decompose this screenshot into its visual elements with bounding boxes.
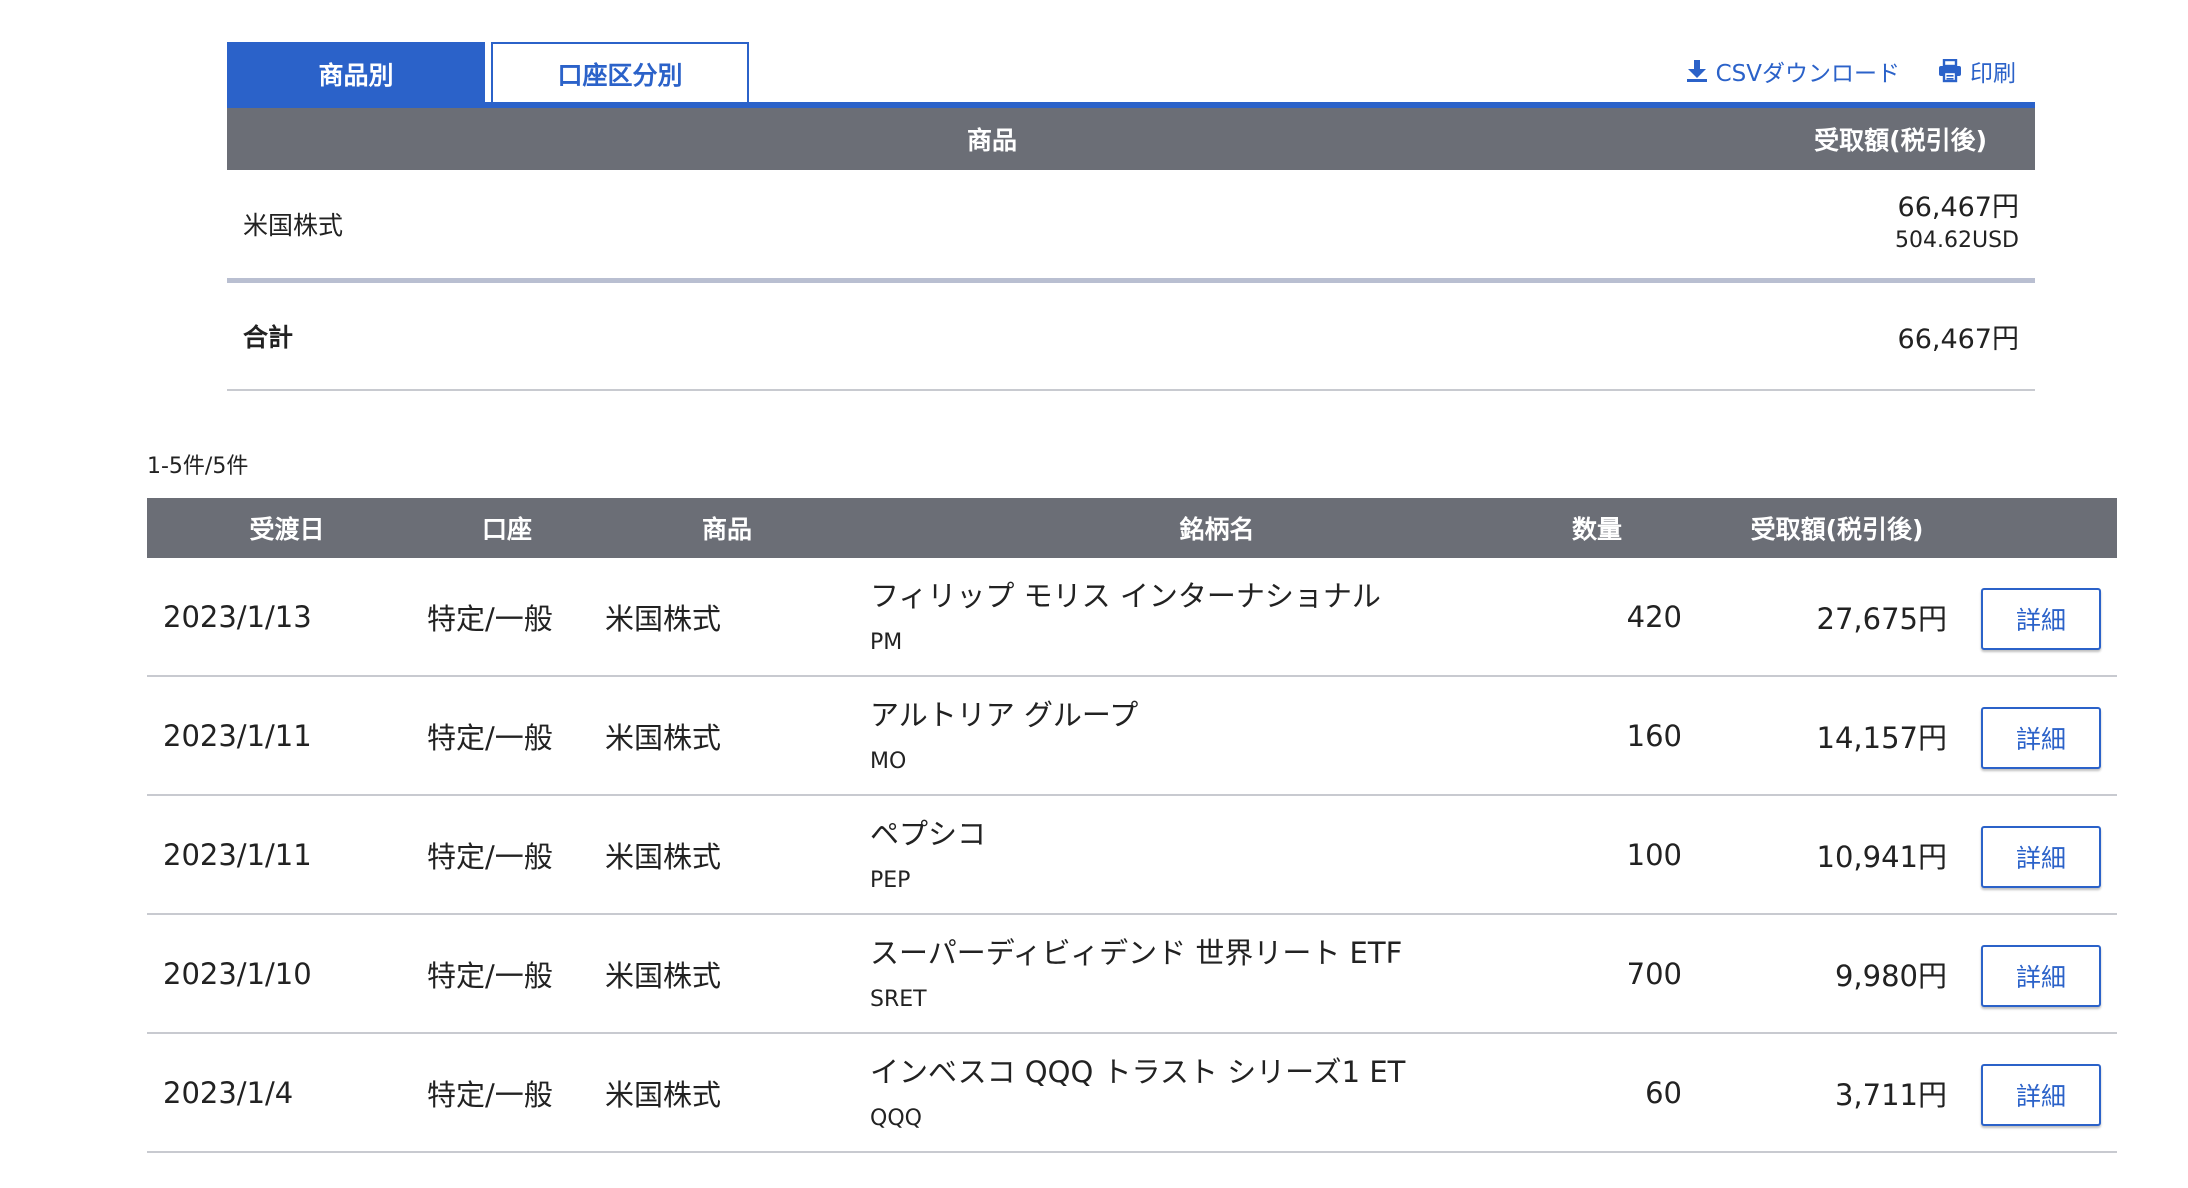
row-ticker: SRET [870, 987, 927, 1012]
page: 商品別 口座区分別 CSVダウンロード 印刷 商品 受取額(税引後) 米国株式 … [0, 0, 2188, 1188]
table-row: 2023/1/11 特定/一般 米国株式 アルトリア グループ MO 160 1… [147, 677, 2117, 796]
summary-total-amount: 66,467円 [1897, 323, 2019, 355]
table-row: 2023/1/13 特定/一般 米国株式 フィリップ モリス インターナショナル… [147, 558, 2117, 677]
row-amount: 10,941円 [1816, 839, 1947, 874]
table-row: 2023/1/11 特定/一般 米国株式 ペプシコ PEP 100 10,941… [147, 796, 2117, 915]
print-link[interactable]: 印刷 [1938, 54, 2016, 88]
detail-table: 受渡日 口座 商品 銘柄名 数量 受取額(税引後) 2023/1/13 特定/一… [147, 498, 2117, 1153]
csv-download-label: CSVダウンロード [1715, 61, 1900, 87]
row-account: 特定/一般 [427, 601, 553, 636]
row-ticker: MO [870, 749, 907, 774]
result-count: 1-5件/5件 [147, 454, 249, 479]
table-row: 2023/1/10 特定/一般 米国株式 スーパーディビィデンド 世界リート E… [147, 915, 2117, 1034]
tab-by-account[interactable]: 口座区分別 [491, 42, 749, 103]
summary-total-label: 合計 [243, 323, 294, 352]
row-quantity: 700 [1626, 956, 1682, 991]
row-product: 米国株式 [605, 601, 722, 636]
row-amount: 9,980円 [1834, 958, 1947, 993]
row-security: アルトリア グループ MO [870, 695, 1138, 777]
row-security-name: ペプシコ [870, 817, 987, 851]
header-name: 銘柄名 [1179, 515, 1255, 544]
row-quantity: 160 [1626, 718, 1682, 753]
row-security: スーパーディビィデンド 世界リート ETF SRET [870, 933, 1402, 1015]
summary-header-product: 商品 [966, 126, 1017, 155]
row-date: 2023/1/10 [163, 956, 312, 991]
row-security-name: インベスコ QQQ トラスト シリーズ1 ET [870, 1055, 1406, 1089]
header-amount: 受取額(税引後) [1750, 515, 1924, 544]
summary-row-amounts: 66,467円 504.62USD [1895, 190, 2019, 256]
row-ticker: QQQ [870, 1106, 922, 1131]
header-account: 口座 [481, 515, 532, 544]
summary-header-amount: 受取額(税引後) [1814, 126, 1987, 155]
detail-button[interactable]: 詳細 [1981, 826, 2101, 888]
summary-header: 商品 受取額(税引後) [227, 108, 2035, 170]
row-account: 特定/一般 [427, 1077, 553, 1112]
row-ticker: PEP [870, 868, 911, 893]
tab-by-product[interactable]: 商品別 [227, 42, 485, 103]
view-tabs: 商品別 口座区分別 [227, 42, 749, 103]
row-amount: 3,711円 [1834, 1077, 1947, 1112]
printer-icon [1938, 59, 1962, 83]
row-amount: 14,157円 [1816, 720, 1947, 755]
print-label: 印刷 [1970, 61, 2016, 87]
row-quantity: 420 [1626, 599, 1682, 634]
row-account: 特定/一般 [427, 839, 553, 874]
row-security: ペプシコ PEP [870, 814, 986, 896]
row-security-name: スーパーディビィデンド 世界リート ETF [870, 936, 1403, 970]
row-security: フィリップ モリス インターナショナル PM [870, 576, 1381, 658]
detail-button[interactable]: 詳細 [1981, 707, 2101, 769]
row-security-name: フィリップ モリス インターナショナル [870, 579, 1381, 613]
row-security: インベスコ QQQ トラスト シリーズ1 ET QQQ [870, 1052, 1405, 1134]
summary-amount-usd: 504.62USD [1895, 228, 2019, 253]
row-date: 2023/1/11 [163, 718, 312, 753]
header-date: 受渡日 [249, 515, 325, 544]
detail-header: 受渡日 口座 商品 銘柄名 数量 受取額(税引後) [147, 498, 2117, 558]
row-product: 米国株式 [605, 958, 722, 993]
detail-button[interactable]: 詳細 [1981, 588, 2101, 650]
row-security-name: アルトリア グループ [870, 698, 1139, 732]
summary-table: 商品 受取額(税引後) 米国株式 66,467円 504.62USD 合計 66… [227, 108, 2035, 391]
csv-download-link[interactable]: CSVダウンロード [1686, 54, 1900, 88]
summary-amount-jpy: 66,467円 [1897, 192, 2019, 223]
detail-button[interactable]: 詳細 [1981, 945, 2101, 1007]
row-date: 2023/1/13 [163, 599, 312, 634]
row-ticker: PM [870, 630, 903, 655]
row-product: 米国株式 [605, 839, 722, 874]
row-quantity: 60 [1645, 1075, 1682, 1110]
row-date: 2023/1/4 [163, 1075, 294, 1110]
header-product: 商品 [701, 515, 752, 544]
row-amount: 27,675円 [1816, 601, 1947, 636]
header-quantity: 数量 [1571, 515, 1622, 544]
summary-row-label: 米国株式 [243, 211, 344, 240]
detail-button[interactable]: 詳細 [1981, 1064, 2101, 1126]
table-row: 2023/1/4 特定/一般 米国株式 インベスコ QQQ トラスト シリーズ1… [147, 1034, 2117, 1153]
summary-total-row: 合計 66,467円 [227, 283, 2035, 391]
top-actions: CSVダウンロード 印刷 [1686, 54, 2016, 88]
row-product: 米国株式 [605, 720, 722, 755]
row-account: 特定/一般 [427, 958, 553, 993]
row-account: 特定/一般 [427, 720, 553, 755]
download-icon [1686, 59, 1708, 83]
summary-row: 米国株式 66,467円 504.62USD [227, 170, 2035, 283]
row-date: 2023/1/11 [163, 837, 312, 872]
row-quantity: 100 [1626, 837, 1682, 872]
row-product: 米国株式 [605, 1077, 722, 1112]
